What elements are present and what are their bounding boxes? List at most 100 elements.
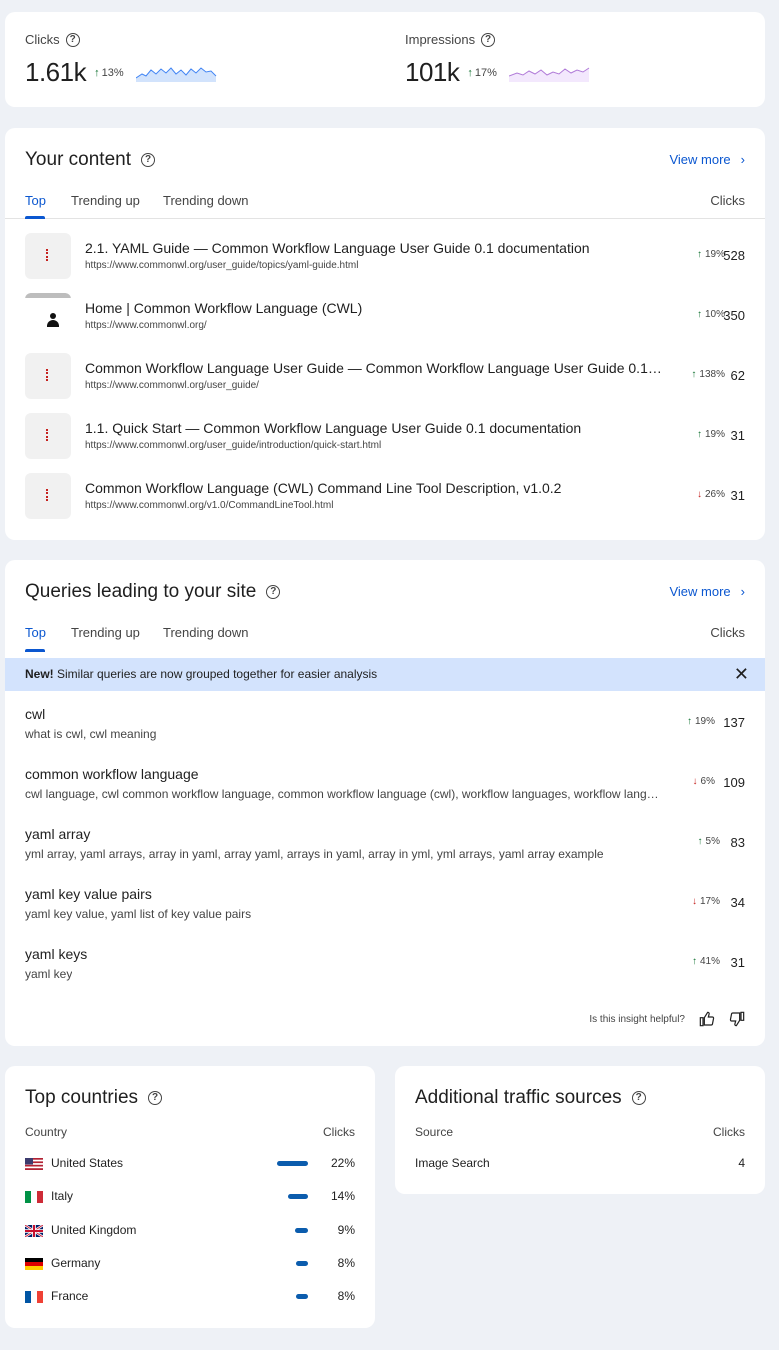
clicks-column-header: Clicks: [710, 193, 745, 208]
country-name: France: [51, 1289, 89, 1303]
tab-top[interactable]: Top: [25, 625, 46, 640]
content-view-more-link[interactable]: View more ›: [669, 152, 745, 167]
country-row[interactable]: United Kingdom 9%: [25, 1221, 355, 1241]
summary-card: Clicks? 1.61k ↑ 13% Impressions? 101k ↑ 17…: [5, 12, 765, 107]
tab-trending-down[interactable]: Trending down: [163, 193, 249, 208]
query-title: yaml keys: [25, 946, 88, 962]
impressions-sparkline: [508, 67, 590, 82]
query-row[interactable]: cwl what is cwl, cwl meaning ↑ 19% 137: [5, 706, 765, 766]
tab-top[interactable]: Top: [25, 193, 46, 208]
query-row[interactable]: common workflow language cwl language, c…: [5, 766, 765, 826]
feedback-prompt: Is this insight helpful?: [589, 1013, 685, 1025]
help-icon[interactable]: ?: [266, 585, 281, 599]
tab-trending-up[interactable]: Trending up: [71, 193, 140, 208]
page-title: 1.1. Quick Start — Common Workflow Langu…: [85, 420, 582, 436]
help-icon[interactable]: ?: [141, 153, 155, 167]
country-name: United Kingdom: [51, 1223, 137, 1237]
help-icon[interactable]: ?: [631, 1091, 646, 1105]
query-variants: what is cwl, cwl meaning: [25, 727, 157, 741]
tab-trending-up[interactable]: Trending up: [71, 625, 140, 640]
arrow-up-icon: ↑: [467, 66, 473, 79]
traffic-source-row[interactable]: Image Search 4: [415, 1154, 745, 1174]
page-thumbnail: [25, 293, 71, 339]
arrow-up-icon: ↑: [691, 369, 697, 380]
row-delta: ↓ 26%: [696, 489, 725, 500]
query-title: common workflow language: [25, 766, 199, 782]
query-row[interactable]: yaml array yml array, yaml arrays, array…: [5, 826, 765, 886]
row-clicks: 31: [730, 428, 745, 443]
uk-flag-icon: [25, 1225, 43, 1237]
row-clicks: 350: [723, 308, 745, 323]
row-delta: ↑ 138%: [691, 369, 725, 380]
cwl-logo-icon: [46, 429, 49, 441]
help-icon[interactable]: ?: [148, 1091, 163, 1105]
chevron-right-icon: ›: [740, 584, 745, 599]
page-title: Home | Common Workflow Language (CWL): [85, 300, 363, 316]
content-row[interactable]: 2.1. YAML Guide — Common Workflow Langua…: [5, 233, 765, 293]
germany-flag-icon: [25, 1258, 43, 1270]
country-share: 8%: [337, 1289, 355, 1303]
clicks-metric[interactable]: Clicks? 1.61k ↑ 13%: [25, 32, 218, 88]
row-delta: ↑ 10%: [696, 309, 725, 320]
content-row[interactable]: Common Workflow Language (CWL) Command L…: [5, 473, 765, 533]
country-row[interactable]: Italy 14%: [25, 1187, 355, 1207]
feedback-bar: Is this insight helpful?: [589, 1011, 745, 1027]
row-clicks: 31: [730, 488, 745, 503]
help-icon[interactable]: ?: [481, 32, 496, 47]
content-row[interactable]: Common Workflow Language User Guide — Co…: [5, 353, 765, 413]
country-row[interactable]: France 8%: [25, 1287, 355, 1307]
country-share: 14%: [330, 1189, 355, 1203]
france-flag-icon: [25, 1291, 43, 1303]
country-row[interactable]: United States 22%: [25, 1154, 355, 1174]
page-thumbnail: [25, 413, 71, 459]
page-thumbnail: [25, 353, 71, 399]
clicks-label: Clicks: [25, 32, 60, 47]
page-title: 2.1. YAML Guide — Common Workflow Langua…: [85, 240, 590, 256]
traffic-title: Additional traffic sources?: [415, 1087, 646, 1109]
queries-view-more-link[interactable]: View more ›: [669, 584, 745, 599]
close-icon[interactable]: ✕: [734, 658, 749, 691]
page-thumbnail: [25, 233, 71, 279]
page-url: https://www.commonwl.org/: [85, 320, 207, 331]
arrow-up-icon: ↑: [686, 716, 692, 727]
source-name: Image Search: [415, 1156, 490, 1170]
info-banner: New! Similar queries are now grouped tog…: [5, 658, 765, 691]
query-row[interactable]: yaml keys yaml key ↑ 41% 31: [5, 946, 765, 1006]
impressions-label: Impressions: [405, 32, 476, 47]
page-title: Common Workflow Language (CWL) Command L…: [85, 480, 562, 496]
cwl-logo-icon: [46, 249, 49, 261]
help-icon[interactable]: ?: [65, 32, 80, 47]
country-row[interactable]: Germany 8%: [25, 1254, 355, 1274]
cwl-logo-icon: [46, 369, 49, 381]
queries-tabs: Top Trending up Trending down Clicks: [5, 617, 765, 652]
arrow-up-icon: ↑: [696, 249, 702, 260]
clicks-value: 1.61k: [25, 57, 87, 87]
thumbs-down-icon[interactable]: [729, 1011, 745, 1027]
query-title: yaml key value pairs: [25, 886, 152, 902]
country-share: 22%: [330, 1156, 355, 1170]
thumbs-up-icon[interactable]: [699, 1011, 715, 1027]
query-title: yaml array: [25, 826, 91, 842]
content-row[interactable]: 1.1. Quick Start — Common Workflow Langu…: [5, 413, 765, 473]
tab-underline: [25, 216, 45, 219]
country-name: Germany: [51, 1256, 101, 1270]
tab-underline: [25, 649, 45, 652]
chevron-right-icon: ›: [740, 152, 745, 167]
top-countries-card: Top countries? Country Clicks United Sta…: [5, 1066, 375, 1328]
impressions-metric[interactable]: Impressions? 101k ↑ 17%: [405, 32, 591, 88]
source-clicks: 4: [738, 1156, 745, 1170]
row-clicks: 34: [730, 895, 745, 910]
clicks-column-header: Clicks: [323, 1125, 355, 1139]
query-row[interactable]: yaml key value pairs yaml key value, yam…: [5, 886, 765, 946]
row-clicks: 528: [723, 248, 745, 263]
tab-trending-down[interactable]: Trending down: [163, 625, 249, 640]
content-card: Your content? View more › Top Trending up…: [5, 128, 765, 540]
row-clicks: 109: [723, 775, 745, 790]
content-row[interactable]: Home | Common Workflow Language (CWL) ht…: [5, 293, 765, 353]
country-name: United States: [51, 1156, 124, 1170]
arrow-up-icon: ↑: [691, 956, 697, 967]
query-variants: cwl language, cwl common workflow langua…: [25, 787, 665, 801]
share-bar: [295, 1228, 308, 1233]
country-name: Italy: [51, 1189, 74, 1203]
country-column-header: Country: [25, 1125, 68, 1139]
